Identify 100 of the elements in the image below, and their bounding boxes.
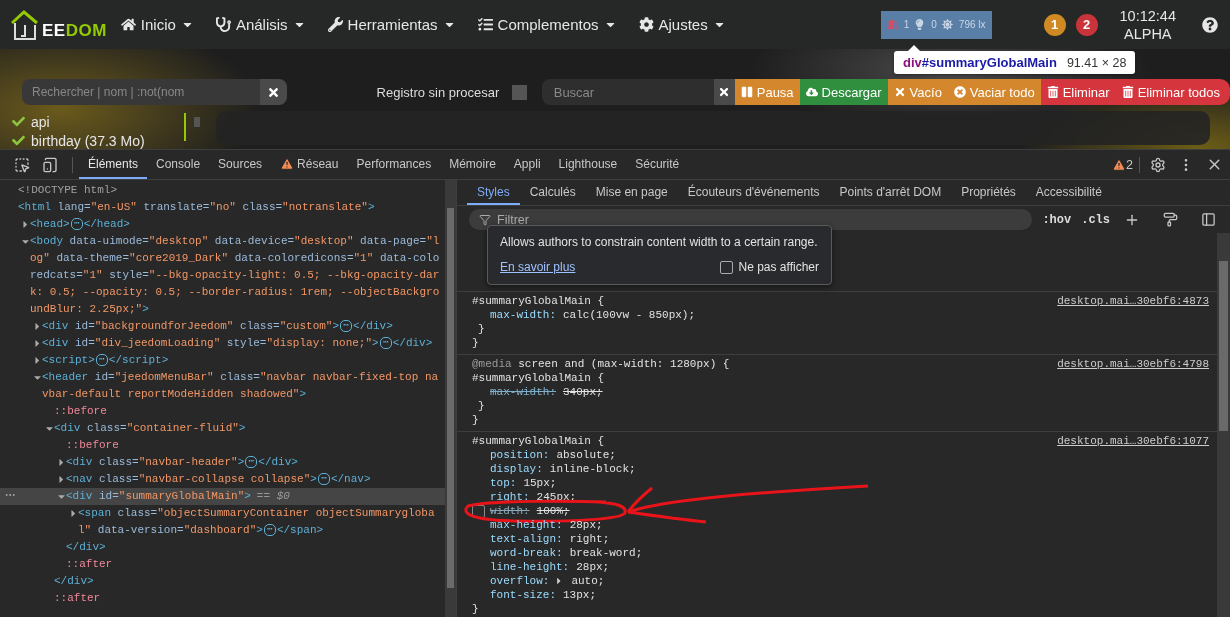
tag-code[interactable]: <div class="container-fluid"> (54, 420, 246, 437)
styles-tab[interactable]: Écouteurs d'événements (677, 180, 830, 205)
tree-row[interactable]: ::before (0, 403, 445, 420)
toggle-button[interactable]: :hov (1042, 212, 1072, 227)
tree-row[interactable]: <div class="container-fluid"> (0, 420, 445, 437)
devtools-tab[interactable]: Réseau (271, 150, 348, 179)
property-value[interactable]: 15px; (523, 476, 557, 490)
property-value[interactable]: break-word; (569, 546, 643, 560)
checkbox[interactable] (512, 84, 527, 100)
tag-code[interactable]: <nav class="navbar-collapse collapse"> ⋯ </nav> (66, 471, 371, 488)
devtools-tab[interactable]: Performances (347, 150, 441, 179)
property-name[interactable]: right: (490, 490, 530, 504)
tag-code[interactable]: </div> (54, 573, 94, 590)
menu-item[interactable]: Análisis (215, 16, 306, 33)
property-value[interactable]: inline-block; (549, 462, 636, 476)
devtools-tab[interactable]: Lighthouse (549, 150, 627, 179)
devtools-tab[interactable]: Sources (209, 150, 272, 179)
logo-text[interactable]: EEDOM (42, 20, 107, 41)
clear-button[interactable] (259, 79, 287, 105)
tree-row[interactable]: <head> ⋯ </head> (0, 216, 445, 233)
styles-tab[interactable]: Styles (467, 180, 520, 205)
tree-row[interactable]: <div class="navbar-header"> ⋯ </div> (0, 454, 445, 471)
property-name[interactable]: max-width: (490, 385, 556, 399)
pseudo-element[interactable]: ::after (66, 556, 113, 573)
property-value[interactable]: absolute; (556, 448, 616, 462)
menu-item[interactable]: Herramientas (327, 16, 456, 33)
property-value[interactable]: 340px; (563, 385, 603, 399)
property-value[interactable]: 28px; (576, 560, 610, 574)
tree-row[interactable]: <nav class="navbar-collapse collapse"> ⋯ </nav> (0, 471, 445, 488)
tree-row[interactable]: <div id="backgroundforJeedom" class="custom"> ⋯ </div> (0, 318, 445, 335)
tag-code[interactable]: <div id="summaryGlobalMain"> (66, 488, 251, 505)
source-link[interactable]: desktop.mai…30ebf6:4873 (1057, 294, 1209, 308)
tag-code[interactable]: <head> ⋯ </head> (30, 216, 130, 233)
action-button[interactable]: Eliminar (1040, 79, 1116, 105)
tree-row[interactable]: ::before (0, 437, 445, 454)
tag-code[interactable]: <html lang="en-US" translate="no" class="notranslate"> (18, 199, 375, 216)
property-value[interactable]: 245px; (536, 490, 577, 504)
clear-button[interactable] (713, 79, 735, 105)
devtools-tab[interactable]: Éléments (79, 150, 148, 179)
property-name[interactable]: text-align: (490, 532, 563, 546)
summary-value: 796 lx (958, 19, 986, 30)
learn-more-link[interactable]: En savoir plus (500, 260, 576, 275)
devtools-tab[interactable]: Appli (504, 150, 550, 179)
tree-row[interactable]: <!DOCTYPE html> (0, 182, 445, 199)
action-button[interactable]: Descargar (799, 79, 888, 105)
log-item[interactable]: api (12, 113, 184, 130)
doctype[interactable]: <!DOCTYPE html> (18, 182, 118, 199)
tag-code[interactable]: <script> ⋯ </script> (42, 352, 169, 369)
property-name[interactable]: width: (490, 504, 530, 518)
styles-tab[interactable]: Propriétés (951, 180, 1026, 205)
styles-tab[interactable]: Points d'arrêt DOM (829, 180, 952, 205)
property-name[interactable]: word-break: (490, 546, 563, 560)
action-button[interactable]: Eliminar todos (1115, 79, 1230, 105)
tag-code[interactable]: </div> (66, 539, 106, 556)
property-value[interactable]: auto; (571, 574, 605, 588)
property-name[interactable]: top: (490, 476, 517, 490)
tag-code[interactable]: <div id="backgroundforJeedom" class="custom"> ⋯ </div> (42, 318, 393, 335)
pseudo-element[interactable]: ::before (66, 437, 119, 454)
property-name[interactable]: line-height: (490, 560, 570, 574)
devtools-tab[interactable]: Console (147, 150, 210, 179)
tree-row[interactable]: <html lang="en-US" translate="no" class="notranslate"> (0, 199, 445, 216)
property-name[interactable]: max-width: (490, 308, 556, 322)
pseudo-element[interactable]: ::after (54, 590, 101, 607)
property-value[interactable]: 13px; (563, 588, 597, 602)
checkbox[interactable] (719, 261, 733, 274)
tag-code[interactable]: <div class="navbar-header"> ⋯ </div> (66, 454, 298, 471)
property-value[interactable]: 28px; (569, 518, 603, 532)
tree-row[interactable]: <script> ⋯ </script> (0, 352, 445, 369)
styles-tab[interactable]: Calculés (519, 180, 586, 205)
tag-code[interactable]: <body data-uimode="desktop" data-device="desktop" data-page="log" data-theme="core2019_Dark" data-coloredicons="1" data-coloredcats="1" style="--bkg-opacity-light: 0.5; --bkg-opacity-dark: 0.5; --opacity: 0.5; --border-radius: 1rem; --objectBackgroundBlur: 2.25px;"> (30, 233, 441, 318)
tag-code[interactable]: <span class="objectSummaryContainer objectSummaryglobal" data-version="dashboard"> ⋯ </span> (78, 505, 441, 539)
devtools-tab[interactable]: Mémoire (440, 150, 505, 179)
pseudo-element[interactable]: ::before (54, 403, 107, 420)
property-name[interactable]: position: (490, 448, 550, 462)
toggle-button[interactable]: .cls (1081, 212, 1110, 227)
styles-tab[interactable]: Accessibilité (1025, 180, 1112, 205)
menu-item[interactable]: Complementos (477, 16, 617, 33)
tree-row[interactable]: ::after (0, 590, 445, 607)
filter-field[interactable]: Buscar (541, 79, 714, 105)
menu-item[interactable]: Inicio (120, 16, 194, 33)
property-value[interactable]: 100%; (536, 504, 570, 518)
property-name[interactable]: max-height: (490, 518, 563, 532)
property-value[interactable]: right; (569, 532, 610, 546)
property-name[interactable]: display: (490, 462, 543, 476)
source-link[interactable]: desktop.mai…30ebf6:1077 (1057, 434, 1209, 448)
issues-counter[interactable]: 2 (1126, 157, 1133, 172)
tree-row[interactable]: ::after (0, 556, 445, 573)
property-value[interactable]: calc(100vw - 850px); (563, 308, 696, 322)
menu-item[interactable]: Ajustes (638, 16, 726, 33)
styles-tab[interactable]: Mise en page (585, 180, 678, 205)
help-icon[interactable] (1202, 16, 1218, 33)
source-link[interactable]: desktop.mai…30ebf6:4798 (1057, 357, 1209, 371)
log-item[interactable]: birthday (37.3 Mo) (12, 132, 184, 149)
property-name[interactable]: overflow: (490, 574, 550, 588)
property-name[interactable]: font-size: (490, 588, 556, 602)
tree-row[interactable]: <span class="objectSummaryContainer objectSummaryglobal" data-version="dashboard"> ⋯ </span> (0, 505, 445, 539)
devtools-tab[interactable]: Sécurité (626, 150, 689, 179)
notification-badge[interactable]: 2 (1075, 13, 1098, 36)
tree-row[interactable]: <div id="summaryGlobalMain"> == $0 (0, 488, 445, 505)
search-field[interactable]: Rechercher | nom | :not(nom (22, 79, 260, 105)
